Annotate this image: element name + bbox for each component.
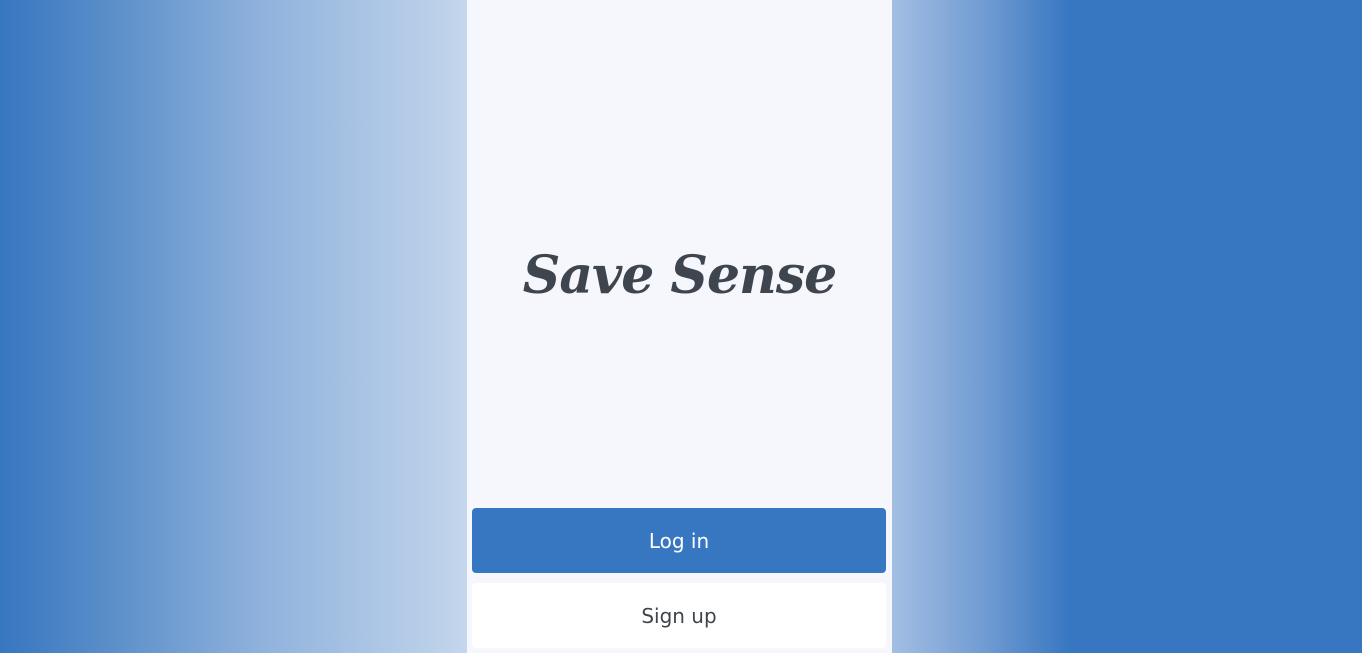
background-gradient-right xyxy=(892,0,1362,653)
background-gradient-left xyxy=(0,0,467,653)
signup-button[interactable]: Sign up xyxy=(472,583,886,648)
login-button[interactable]: Log in xyxy=(472,508,886,573)
app-screen: Save Sense Log in Sign up xyxy=(0,0,1362,653)
welcome-panel: Save Sense Log in Sign up xyxy=(467,0,892,653)
app-logo-title: Save Sense xyxy=(522,245,837,306)
